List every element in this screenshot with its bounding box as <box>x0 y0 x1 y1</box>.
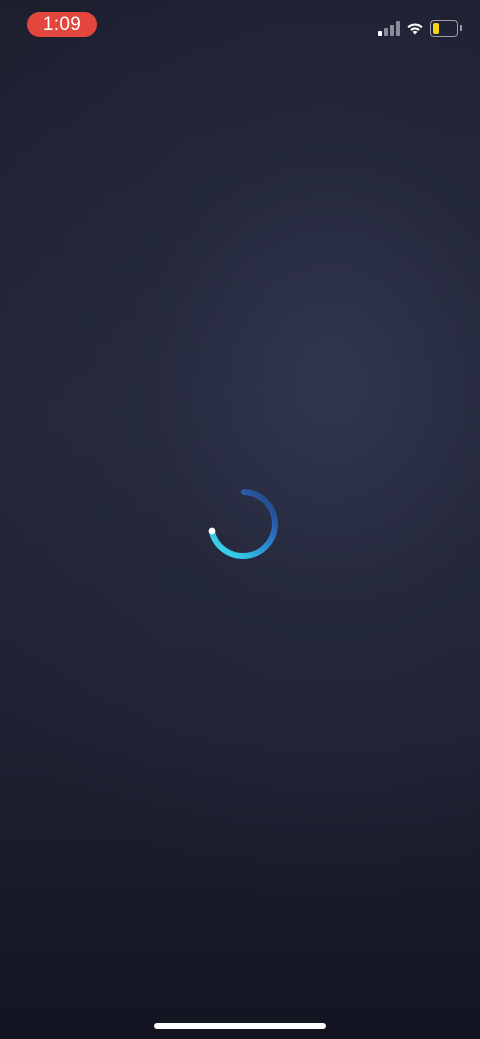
wifi-icon <box>407 23 423 35</box>
battery-icon <box>430 20 462 37</box>
home-indicator[interactable] <box>154 1023 326 1029</box>
battery-tip <box>460 25 462 31</box>
battery-body <box>430 20 458 37</box>
status-bar: 1:09 <box>0 0 480 48</box>
loading-screen: 1:09 <box>0 0 480 1039</box>
battery-level <box>433 23 439 34</box>
loading-spinner-icon <box>208 489 278 559</box>
cellular-signal-icon <box>378 21 400 36</box>
status-time[interactable]: 1:09 <box>27 12 97 37</box>
